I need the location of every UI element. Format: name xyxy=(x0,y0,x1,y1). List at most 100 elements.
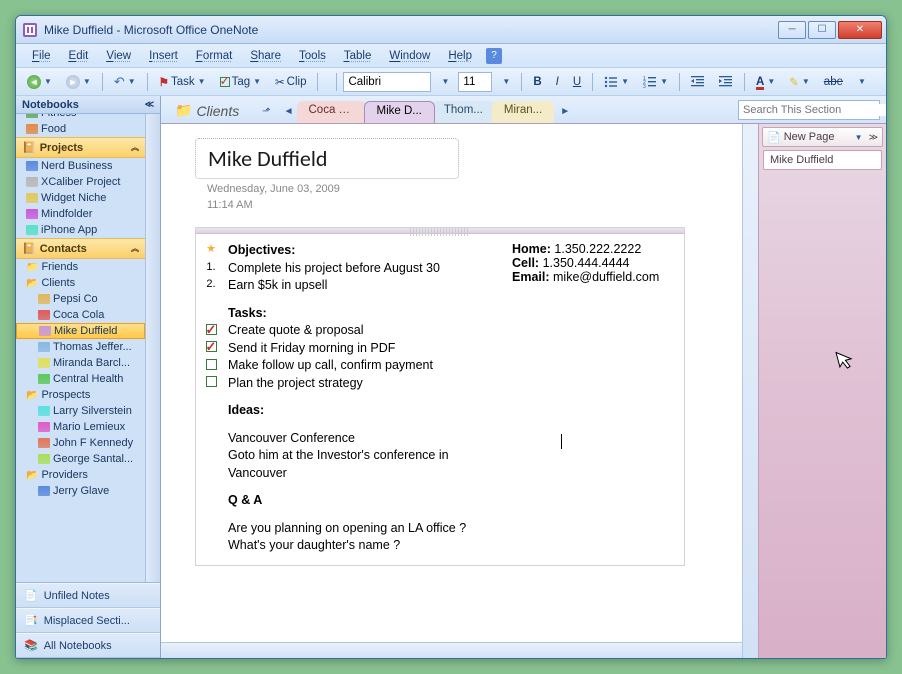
navigation-pane: Notebooks≪ FitnessFood📔Projects︽Nerd Bus… xyxy=(16,96,161,658)
section-color-icon xyxy=(38,374,50,384)
nav-scrollbar[interactable] xyxy=(145,114,160,582)
collapse-icon[interactable]: ≪ xyxy=(145,99,154,110)
task-item: Make follow up call, confirm payment xyxy=(228,357,433,375)
underline-button[interactable]: U xyxy=(568,71,586,93)
sections-icon: 📑 xyxy=(24,614,38,627)
undo-button[interactable]: ↶▼ xyxy=(109,71,141,93)
nav-item[interactable]: Central Health xyxy=(16,371,145,387)
tab-coca-cola[interactable]: Coca Cola xyxy=(297,101,367,123)
minimize-button[interactable]: ─ xyxy=(778,21,806,39)
font-name-dropdown[interactable]: ▼ xyxy=(436,71,454,93)
menu-view[interactable]: View xyxy=(98,48,139,64)
menu-table[interactable]: Table xyxy=(336,48,380,64)
tab-thomas[interactable]: Thom... xyxy=(432,101,495,123)
nav-item[interactable]: Mindfolder xyxy=(16,206,145,222)
numbering-button[interactable]: 123▼ xyxy=(638,71,673,93)
checkbox-icon[interactable] xyxy=(206,341,217,352)
section-color-icon xyxy=(38,342,50,352)
nav-item[interactable]: John F Kennedy xyxy=(16,435,145,451)
nav-item[interactable]: Pepsi Co xyxy=(16,291,145,307)
menu-file[interactable]: File xyxy=(24,48,59,64)
titlebar[interactable]: Mike Duffield - Microsoft Office OneNote… xyxy=(16,16,886,44)
menu-tools[interactable]: Tools xyxy=(291,48,334,64)
idea-item: Vancouver Conference xyxy=(228,430,355,448)
nav-item[interactable]: 📂Providers xyxy=(16,467,145,483)
clip-button[interactable]: ✂ Clip xyxy=(270,71,311,93)
nav-item[interactable]: Nerd Business xyxy=(16,158,145,174)
close-button[interactable]: ✕ xyxy=(838,21,882,39)
highlight-button[interactable]: ✎▼ xyxy=(784,71,815,93)
page-canvas[interactable]: Mike Duffield Wednesday, June 03, 2009 1… xyxy=(161,124,742,642)
page-title[interactable]: Mike Duffield xyxy=(208,145,328,172)
outdent-button[interactable] xyxy=(686,71,710,93)
section-color-icon xyxy=(39,326,51,336)
all-notebooks-button[interactable]: 📚All Notebooks xyxy=(16,633,160,658)
search-box[interactable]: 🔍▾ xyxy=(738,100,880,120)
note-container[interactable]: ★Objectives: 1.Complete his project befo… xyxy=(195,227,685,566)
misplaced-sections-button[interactable]: 📑Misplaced Secti... xyxy=(16,608,160,633)
strikethrough-button[interactable]: abe xyxy=(819,71,848,93)
nav-section-projects[interactable]: 📔Projects︽ xyxy=(16,137,145,158)
nav-item[interactable]: Widget Niche xyxy=(16,190,145,206)
nav-item[interactable]: Food xyxy=(16,121,145,137)
font-name-input[interactable] xyxy=(343,72,431,92)
nav-header[interactable]: Notebooks≪ xyxy=(16,96,160,114)
help-icon[interactable]: ? xyxy=(486,48,502,64)
toolbar-overflow[interactable]: ▼ xyxy=(853,71,871,93)
font-size-input[interactable] xyxy=(458,72,492,92)
menubar: File Edit View Insert Format Share Tools… xyxy=(16,44,886,68)
tab-miranda[interactable]: Miran... xyxy=(492,101,554,123)
back-button[interactable]: ◄▼ xyxy=(22,71,57,93)
nav-item[interactable]: George Santal... xyxy=(16,451,145,467)
scroll-up-icon[interactable]: ⬏ xyxy=(259,106,280,123)
page-tab[interactable]: Mike Duffield xyxy=(763,150,882,170)
page-title-container[interactable]: Mike Duffield xyxy=(195,138,459,179)
italic-button[interactable]: I xyxy=(551,71,564,93)
nav-item[interactable]: 📂Prospects xyxy=(16,387,145,403)
nav-item[interactable]: Coca Cola xyxy=(16,307,145,323)
tab-mike-duffield[interactable]: Mike D... xyxy=(364,101,435,123)
tab-next-button[interactable]: ► xyxy=(557,106,573,123)
bullets-button[interactable]: ▼ xyxy=(599,71,634,93)
nav-item[interactable]: iPhone App xyxy=(16,222,145,238)
forward-button[interactable]: ►▼ xyxy=(61,71,96,93)
nav-item[interactable]: Larry Silverstein xyxy=(16,403,145,419)
tag-button[interactable]: ✓ Tag▼ xyxy=(215,71,266,93)
section-group-label[interactable]: 📁Clients xyxy=(167,102,259,123)
note-drag-handle[interactable] xyxy=(196,228,684,234)
nav-item[interactable]: 📂Clients xyxy=(16,275,145,291)
menu-edit[interactable]: Edit xyxy=(61,48,97,64)
nav-item[interactable]: 📁Friends xyxy=(16,259,145,275)
nav-item[interactable]: Fitness xyxy=(16,114,145,121)
horizontal-scrollbar[interactable] xyxy=(161,642,742,658)
nav-item[interactable]: Jerry Glave xyxy=(16,483,145,499)
task-button[interactable]: ⚑ Task▼ xyxy=(154,71,211,93)
folder-icon: 📁 xyxy=(26,262,38,273)
font-size-dropdown[interactable]: ▼ xyxy=(497,71,515,93)
search-input[interactable] xyxy=(739,104,886,116)
nav-item-selected[interactable]: Mike Duffield xyxy=(16,323,145,339)
maximize-button[interactable]: ☐ xyxy=(808,21,836,39)
tab-prev-button[interactable]: ◄ xyxy=(281,106,297,123)
nav-item[interactable]: Thomas Jeffer... xyxy=(16,339,145,355)
checkbox-icon[interactable] xyxy=(206,359,217,370)
menu-insert[interactable]: Insert xyxy=(141,48,186,64)
indent-button[interactable] xyxy=(714,71,738,93)
menu-share[interactable]: Share xyxy=(242,48,289,64)
menu-format[interactable]: Format xyxy=(188,48,240,64)
nav-section-contacts[interactable]: 📔Contacts︽ xyxy=(16,238,145,259)
section-color-icon xyxy=(38,310,50,320)
nav-item[interactable]: XCaliber Project xyxy=(16,174,145,190)
menu-help[interactable]: Help xyxy=(440,48,480,64)
bold-button[interactable]: B xyxy=(528,71,546,93)
unfiled-notes-button[interactable]: 📄Unfiled Notes xyxy=(16,583,160,608)
new-page-button[interactable]: 📄New Page▼≫ xyxy=(762,127,883,147)
vertical-scrollbar[interactable] xyxy=(742,124,758,658)
nav-item[interactable]: Miranda Barcl... xyxy=(16,355,145,371)
checkbox-icon[interactable] xyxy=(206,376,217,387)
checkbox-icon[interactable] xyxy=(206,324,217,335)
font-color-button[interactable]: A▼ xyxy=(751,71,780,93)
nav-item[interactable]: Mario Lemieux xyxy=(16,419,145,435)
menu-window[interactable]: Window xyxy=(381,48,438,64)
section-color-icon xyxy=(26,225,38,235)
